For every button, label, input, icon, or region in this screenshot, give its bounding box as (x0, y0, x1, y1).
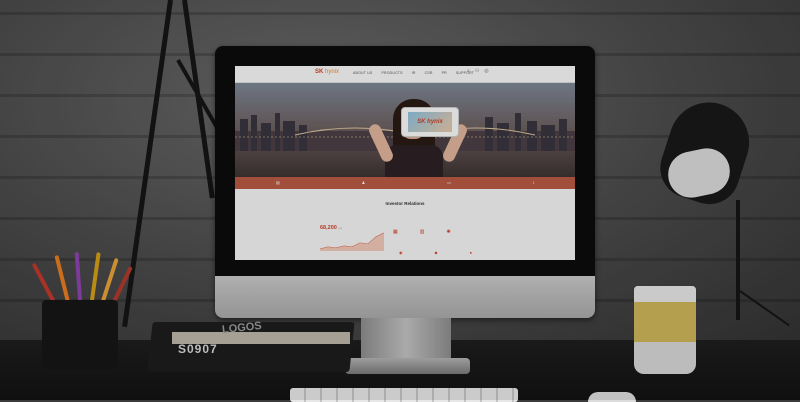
quick-link-document[interactable]: ▭ (447, 181, 451, 185)
ir-icon-row-2: ◉ ◆ ● (399, 250, 472, 255)
quick-link-person[interactable]: ♟ (362, 181, 366, 185)
nav-item-about[interactable]: ABOUT US (353, 71, 372, 75)
gear-icon: ✺ (446, 229, 451, 235)
chart-icon: ▤ (275, 180, 280, 185)
section-title: Investor Relations (385, 201, 425, 206)
stock-chart (319, 232, 385, 251)
mug-lid (634, 286, 696, 302)
logo-brand: SK (315, 69, 324, 75)
dot-icon[interactable]: ● (470, 250, 472, 255)
logo-name: hynix (325, 69, 340, 75)
globe-icon[interactable]: ◎ (484, 69, 488, 74)
pencil-cup (42, 300, 118, 370)
ir-icon-row: ▦ ▥ ✺ (393, 229, 451, 235)
user-icon[interactable]: ⚇ (475, 69, 479, 74)
search-icon[interactable]: ⌕ (467, 69, 470, 74)
ir-link-report[interactable]: ▥ (420, 229, 425, 235)
coffee-mug (634, 286, 696, 374)
lamp-pole (736, 200, 740, 320)
diamond-icon[interactable]: ◆ (435, 250, 438, 255)
nav-item-pr[interactable]: PR (442, 71, 447, 75)
person-body (385, 145, 443, 177)
hero-banner[interactable]: SK hynix (235, 83, 575, 177)
mouse (588, 392, 636, 402)
quick-links-strip: ▤ ♟ ▭ ⅰ (235, 177, 575, 189)
main-nav: ABOUT US PRODUCTS IR CSR PR SUPPORT (353, 71, 474, 75)
calendar-icon: ▦ (393, 229, 398, 235)
site-logo[interactable]: SK hynix (315, 69, 339, 75)
monitor-chin (215, 276, 595, 318)
smartphone: SK hynix (401, 107, 459, 137)
utility-icons: ⌕ ⚇ ◎ (467, 69, 489, 74)
person-icon: ♟ (361, 180, 366, 185)
document-icon: ▭ (447, 180, 451, 185)
nav-item-ir[interactable]: IR (412, 71, 416, 75)
monitor-screen: SK hynix ABOUT US PRODUCTS IR CSR PR SUP… (235, 66, 575, 260)
circle-icon[interactable]: ◉ (399, 250, 403, 255)
ir-link-settings[interactable]: ✺ (446, 229, 450, 235)
book-spine-text: S0907 (178, 342, 218, 356)
ir-link-calendar[interactable]: ▦ (393, 229, 398, 235)
monitor-stand (361, 318, 451, 362)
mug-sleeve (634, 302, 696, 342)
nav-item-products[interactable]: PRODUCTS (381, 71, 402, 75)
quick-link-info[interactable]: ⅰ (533, 181, 534, 185)
investor-relations-section: Investor Relations 68,200 (+) ▦ ▥ ✺ ◉ ◆ … (235, 189, 575, 260)
site-header: SK hynix ABOUT US PRODUCTS IR CSR PR SUP… (235, 66, 575, 83)
phone-screen-text: SK hynix (408, 112, 452, 132)
info-icon: ⅰ (532, 180, 534, 185)
monitor-stand-foot (345, 358, 470, 374)
quick-link-chart[interactable]: ▤ (276, 181, 280, 185)
report-icon: ▥ (419, 229, 425, 235)
stock-widget[interactable]: 68,200 (+) (319, 225, 385, 257)
nav-item-csr[interactable]: CSR (425, 71, 433, 75)
